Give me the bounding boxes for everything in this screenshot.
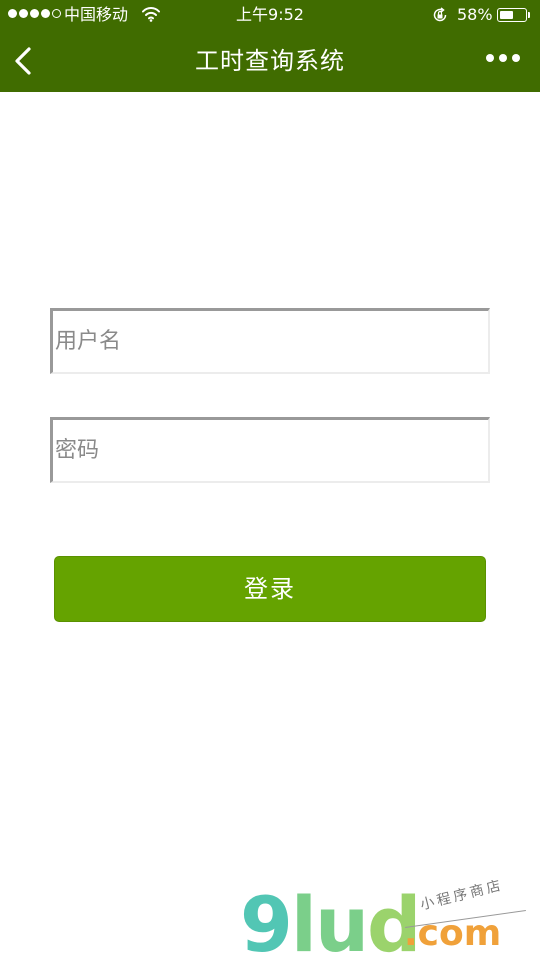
password-field: [50, 417, 490, 483]
more-dot: [499, 54, 507, 62]
more-dots-icon[interactable]: [486, 54, 520, 62]
watermark-logo: 9lud: [240, 887, 421, 963]
watermark-logo-prefix: 9: [240, 880, 293, 969]
page-title: 工时查询系统: [195, 47, 345, 75]
battery-percent: 58%: [457, 5, 493, 24]
battery-tip: [528, 12, 530, 18]
rotation-lock-icon: [433, 7, 447, 22]
battery-level-fill: [499, 10, 514, 19]
more-dot: [486, 54, 494, 62]
watermark-tagline: 小程序商店: [418, 877, 506, 914]
app-header: 中国移动 上午9:52 58% 工时查询系统: [0, 0, 540, 92]
more-dot: [512, 54, 520, 62]
password-input[interactable]: [53, 420, 488, 481]
username-field: [50, 308, 490, 374]
watermark-dotcom: .com: [404, 913, 502, 954]
nav-bar: 工时查询系统: [0, 30, 540, 92]
battery-icon: [497, 8, 527, 22]
watermark-logo-mid: lu: [290, 880, 369, 969]
login-button[interactable]: 登录: [54, 556, 486, 622]
username-input[interactable]: [53, 311, 488, 372]
status-bar: 中国移动 上午9:52 58%: [0, 0, 540, 30]
